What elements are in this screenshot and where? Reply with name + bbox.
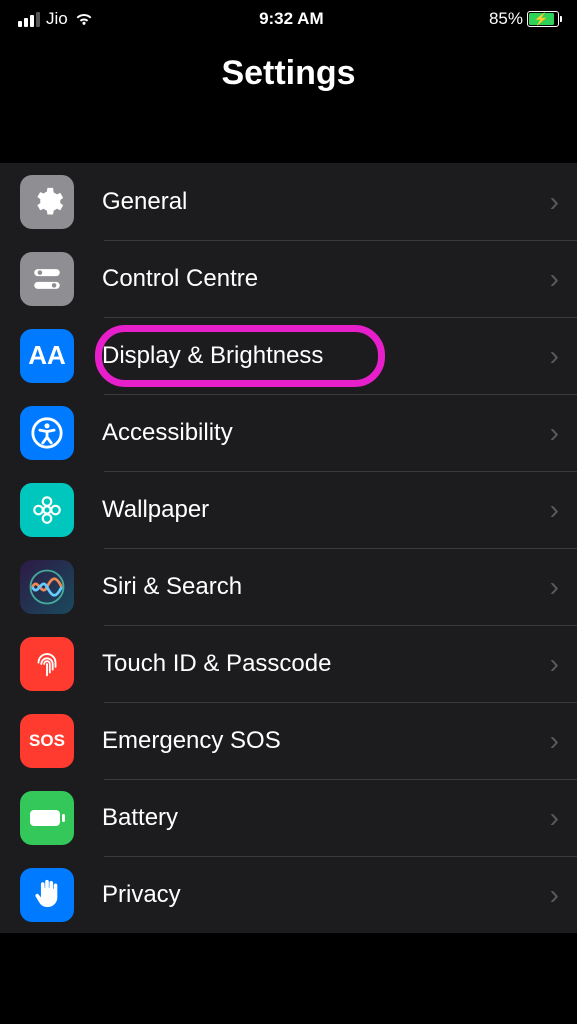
status-right: 85% ⚡ <box>489 9 559 29</box>
text-size-icon: AA <box>20 329 74 383</box>
siri-icon <box>20 560 74 614</box>
wifi-icon <box>74 12 94 26</box>
row-label: Wallpaper <box>102 496 550 524</box>
status-bar: Jio 9:32 AM 85% ⚡ <box>0 0 577 34</box>
row-general[interactable]: General › <box>0 163 577 240</box>
battery-percent: 85% <box>489 9 523 29</box>
fingerprint-icon <box>20 637 74 691</box>
row-label: Touch ID & Passcode <box>102 650 550 678</box>
toggles-icon <box>20 252 74 306</box>
sos-icon: SOS <box>20 714 74 768</box>
flower-icon <box>20 483 74 537</box>
row-display-brightness[interactable]: AA Display & Brightness › <box>0 317 577 394</box>
row-label: Emergency SOS <box>102 727 550 755</box>
row-label: Siri & Search <box>102 573 550 601</box>
row-label: Accessibility <box>102 419 550 447</box>
battery-full-icon <box>20 791 74 845</box>
row-wallpaper[interactable]: Wallpaper › <box>0 471 577 548</box>
row-label: General <box>102 188 550 216</box>
carrier-label: Jio <box>46 9 68 29</box>
row-battery[interactable]: Battery › <box>0 779 577 856</box>
chevron-right-icon: › <box>550 263 559 295</box>
row-control-centre[interactable]: Control Centre › <box>0 240 577 317</box>
row-accessibility[interactable]: Accessibility › <box>0 394 577 471</box>
row-emergency-sos[interactable]: SOS Emergency SOS › <box>0 702 577 779</box>
chevron-right-icon: › <box>550 802 559 834</box>
row-label: Privacy <box>102 881 550 909</box>
clock: 9:32 AM <box>259 9 324 29</box>
row-label: Control Centre <box>102 265 550 293</box>
cellular-signal-icon <box>18 12 40 27</box>
hand-icon <box>20 868 74 922</box>
row-siri-search[interactable]: Siri & Search › <box>0 548 577 625</box>
chevron-right-icon: › <box>550 494 559 526</box>
status-left: Jio <box>18 9 94 29</box>
chevron-right-icon: › <box>550 879 559 911</box>
row-privacy[interactable]: Privacy › <box>0 856 577 933</box>
row-label: Display & Brightness <box>102 342 550 370</box>
chevron-right-icon: › <box>550 725 559 757</box>
section-spacer <box>0 121 577 163</box>
battery-icon: ⚡ <box>527 11 559 27</box>
settings-list: General › Control Centre › AA Display & … <box>0 163 577 933</box>
chevron-right-icon: › <box>550 571 559 603</box>
chevron-right-icon: › <box>550 340 559 372</box>
page-title: Settings <box>0 54 577 93</box>
page-header: Settings <box>0 34 577 121</box>
chevron-right-icon: › <box>550 186 559 218</box>
accessibility-icon <box>20 406 74 460</box>
chevron-right-icon: › <box>550 417 559 449</box>
gear-icon <box>20 175 74 229</box>
row-touch-id[interactable]: Touch ID & Passcode › <box>0 625 577 702</box>
chevron-right-icon: › <box>550 648 559 680</box>
row-label: Battery <box>102 804 550 832</box>
